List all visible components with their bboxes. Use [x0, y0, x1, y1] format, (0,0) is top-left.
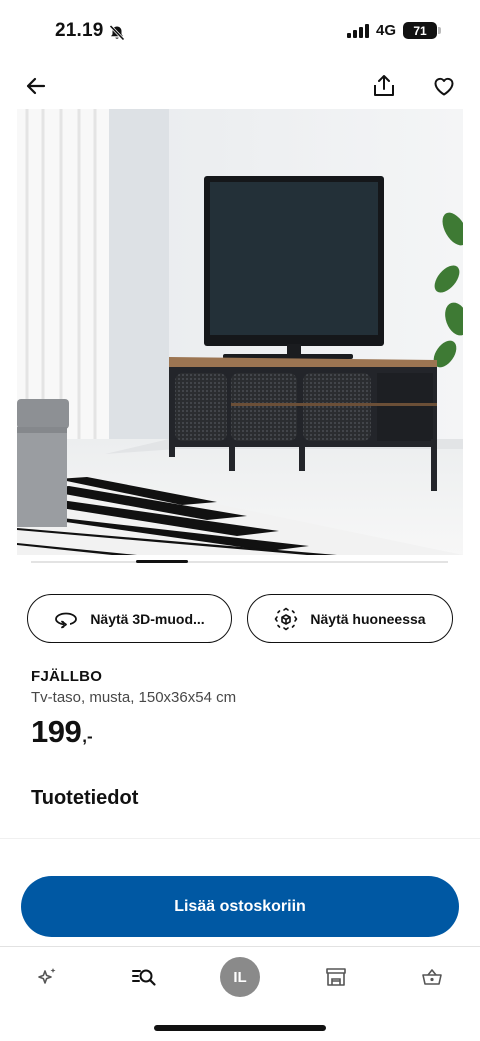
bell-muted-icon [109, 24, 125, 41]
bottom-tab-bar: IL [0, 946, 480, 1004]
price-suffix: ,- [82, 727, 93, 746]
add-to-cart-label: Lisää ostoskoriin [174, 897, 306, 915]
search-icon [132, 969, 156, 986]
view-3d-label: Näytä 3D-muod... [90, 610, 205, 627]
tab-stores[interactable] [316, 957, 356, 997]
product-name: FJÄLLBO [31, 668, 103, 685]
arrow-left-icon [26, 77, 46, 95]
tv-bench-photo [17, 109, 463, 555]
divider [0, 838, 480, 839]
share-icon [374, 75, 394, 96]
avatar: IL [220, 957, 260, 997]
basket-icon [422, 969, 442, 985]
add-to-cart-button[interactable]: Lisää ostoskoriin [21, 876, 459, 937]
tab-inspiration[interactable] [27, 957, 67, 997]
home-indicator [154, 1025, 326, 1031]
avatar-initials: IL [233, 968, 247, 986]
price-value: 199 [31, 714, 82, 749]
battery-icon: 71 [403, 22, 441, 39]
product-image[interactable] [17, 109, 463, 555]
battery-level: 71 [413, 23, 427, 38]
product-price: 199 ,- [31, 714, 93, 750]
back-button[interactable] [20, 70, 52, 102]
store-icon [326, 968, 346, 986]
ar-cube-icon [275, 607, 298, 630]
gallery-scrollbar[interactable] [31, 561, 448, 563]
view-in-room-label: Näytä huoneessa [310, 610, 426, 627]
heart-icon [434, 77, 454, 96]
view-3d-button[interactable]: Näytä 3D-muod... [27, 594, 232, 643]
rotate-3d-icon [55, 612, 78, 628]
network-type: 4G [375, 22, 396, 39]
status-time: 21.19 [55, 20, 104, 41]
product-details-heading[interactable]: Tuotetiedot [31, 787, 138, 810]
favourite-button[interactable] [428, 70, 460, 102]
view-in-room-button[interactable]: Näytä huoneessa [247, 594, 453, 643]
tab-search[interactable] [124, 957, 164, 997]
status-indicators: 4G 71 [346, 22, 441, 39]
sparkle-icon [38, 968, 56, 984]
tab-profile[interactable]: IL [220, 957, 260, 997]
cellular-signal-icon [346, 23, 369, 38]
product-description: Tv-taso, musta, 150x36x54 cm [31, 689, 237, 706]
top-navigation [0, 62, 480, 108]
gallery-position-indicator [136, 560, 188, 563]
share-button[interactable] [368, 70, 400, 102]
status-bar: 21.19 4G 71 [0, 0, 480, 62]
tab-basket[interactable] [412, 957, 452, 997]
